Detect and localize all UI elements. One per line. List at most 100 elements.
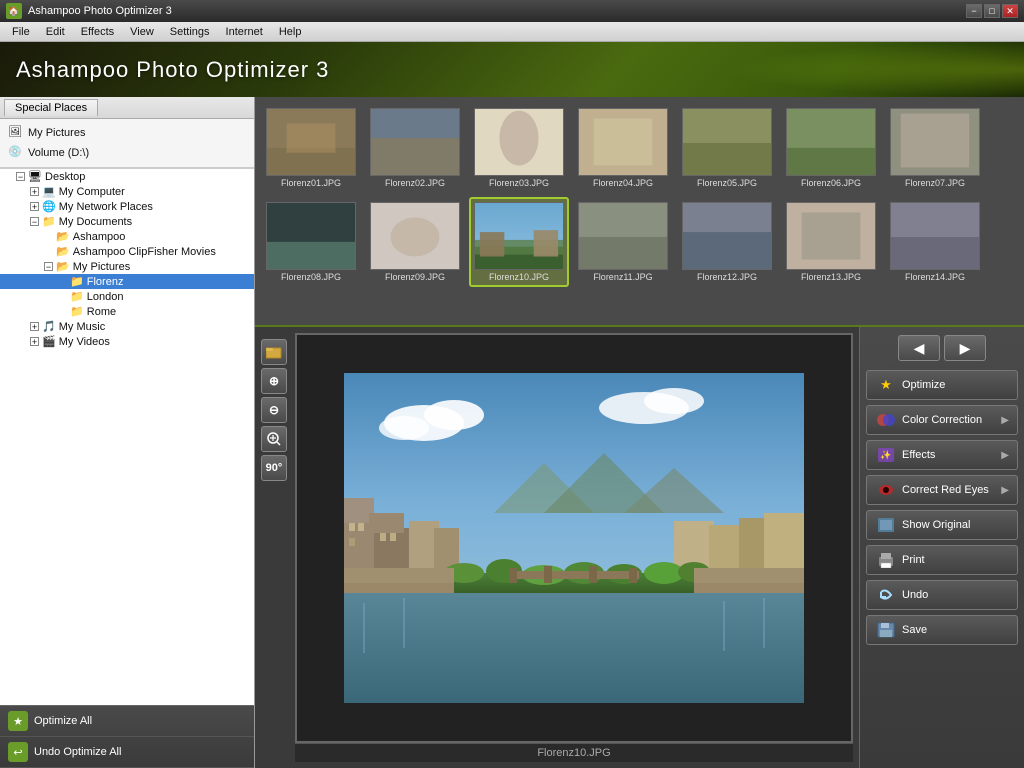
- correct-red-eyes-button[interactable]: Correct Red Eyes ▶: [866, 475, 1018, 505]
- undo-button[interactable]: Undo: [866, 580, 1018, 610]
- zoom-in-button[interactable]: ⊕: [261, 368, 287, 394]
- thumbnail-grid: Florenz01.JPG Florenz02.JPG Florenz03.JP…: [255, 97, 1024, 293]
- sp-item-my-pictures[interactable]: 🖼 My Pictures: [0, 123, 254, 143]
- tree-item-ashampoo[interactable]: 📂 Ashampoo: [0, 229, 254, 244]
- show-original-icon: [875, 516, 897, 534]
- preview-row: ⊕ ⊖ 90°: [255, 327, 1024, 768]
- color-correction-icon: [875, 411, 897, 429]
- thumb-img-florenz06: [786, 108, 876, 176]
- main-layout: Special Places 🖼 My Pictures 💿 Volume (D…: [0, 97, 1024, 768]
- thumb-label-florenz03: Florenz03.JPG: [489, 178, 549, 188]
- thumb-florenz02[interactable]: Florenz02.JPG: [365, 103, 465, 193]
- maximize-button[interactable]: □: [984, 4, 1000, 18]
- close-button[interactable]: ✕: [1002, 4, 1018, 18]
- tree-item-london[interactable]: 📁 London: [0, 289, 254, 304]
- undo-optimize-all-button[interactable]: ↩ Undo Optimize All: [0, 737, 254, 768]
- menu-internet[interactable]: Internet: [218, 24, 271, 40]
- correct-red-eyes-arrow: ▶: [1001, 485, 1009, 496]
- thumb-label-florenz11: Florenz11.JPG: [593, 272, 652, 282]
- thumb-florenz07[interactable]: Florenz07.JPG: [885, 103, 985, 193]
- tree-item-my-music[interactable]: + 🎵 My Music: [0, 319, 254, 334]
- thumb-florenz06[interactable]: Florenz06.JPG: [781, 103, 881, 193]
- network-icon: 🌐: [42, 200, 56, 213]
- effects-icon: ✨: [875, 446, 897, 464]
- special-places-tab-button[interactable]: Special Places: [4, 99, 98, 116]
- thumb-florenz05[interactable]: Florenz05.JPG: [677, 103, 777, 193]
- tree-item-my-computer[interactable]: + 💻 My Computer: [0, 184, 254, 199]
- sp-item-volume-d[interactable]: 💿 Volume (D:\): [0, 143, 254, 163]
- preview-image-container: [295, 333, 853, 743]
- thumb-img-florenz14: [890, 202, 980, 270]
- minimize-button[interactable]: −: [966, 4, 982, 18]
- menu-edit[interactable]: Edit: [38, 24, 73, 40]
- effects-label: Effects: [902, 449, 1001, 461]
- thumb-florenz08[interactable]: Florenz08.JPG: [261, 197, 361, 287]
- expand-my-pictures-sub[interactable]: −: [44, 262, 53, 271]
- tree-item-my-documents[interactable]: − 📁 My Documents: [0, 214, 254, 229]
- menu-effects[interactable]: Effects: [73, 24, 122, 40]
- color-correction-button[interactable]: Color Correction ▶: [866, 405, 1018, 435]
- my-pictures-icon: 🖼: [8, 125, 24, 141]
- thumb-florenz14[interactable]: Florenz14.JPG: [885, 197, 985, 287]
- expand-my-computer[interactable]: +: [30, 187, 39, 196]
- special-places-tab: Special Places: [0, 97, 254, 119]
- nav-prev-button[interactable]: ◀: [898, 335, 940, 361]
- thumbnail-area[interactable]: Florenz01.JPG Florenz02.JPG Florenz03.JP…: [255, 97, 1024, 327]
- menu-settings[interactable]: Settings: [162, 24, 218, 40]
- thumb-florenz12[interactable]: Florenz12.JPG: [677, 197, 777, 287]
- zoom-fit-button[interactable]: [261, 426, 287, 452]
- optimize-icon: ★: [875, 376, 897, 394]
- tree-item-florenz[interactable]: 📁 Florenz: [0, 274, 254, 289]
- menu-view[interactable]: View: [122, 24, 162, 40]
- nav-next-button[interactable]: ▶: [944, 335, 986, 361]
- tree-item-rome[interactable]: 📁 Rome: [0, 304, 254, 319]
- thumb-florenz11[interactable]: Florenz11.JPG: [573, 197, 673, 287]
- open-folder-button[interactable]: [261, 339, 287, 365]
- thumb-label-florenz06: Florenz06.JPG: [801, 178, 861, 188]
- menu-file[interactable]: File: [4, 24, 38, 40]
- show-original-button[interactable]: Show Original: [866, 510, 1018, 540]
- thumb-florenz13[interactable]: Florenz13.JPG: [781, 197, 881, 287]
- thumb-florenz04[interactable]: Florenz04.JPG: [573, 103, 673, 193]
- undo-label: Undo: [902, 589, 1009, 601]
- expand-desktop[interactable]: −: [16, 172, 25, 181]
- tree-item-clipfisher[interactable]: 📂 Ashampoo ClipFisher Movies: [0, 244, 254, 259]
- expand-my-music[interactable]: +: [30, 322, 39, 331]
- optimize-label: Optimize: [902, 379, 1009, 391]
- rotate-button[interactable]: 90°: [261, 455, 287, 481]
- color-correction-arrow: ▶: [1001, 415, 1009, 426]
- undo-icon: [875, 586, 897, 604]
- tree-item-my-pictures-sub[interactable]: − 📂 My Pictures: [0, 259, 254, 274]
- thumb-florenz01[interactable]: Florenz01.JPG: [261, 103, 361, 193]
- florenz-icon: 📁: [70, 275, 84, 288]
- save-button[interactable]: Save: [866, 615, 1018, 645]
- nav-buttons: ◀ ▶: [866, 335, 1018, 361]
- thumb-img-florenz07: [890, 108, 980, 176]
- tree-item-network-places[interactable]: + 🌐 My Network Places: [0, 199, 254, 214]
- optimize-all-icon: ★: [8, 711, 28, 731]
- expand-network[interactable]: +: [30, 202, 39, 211]
- thumb-florenz10[interactable]: Florenz10.JPG: [469, 197, 569, 287]
- thumb-img-florenz11: [578, 202, 668, 270]
- action-panel: ◀ ▶ ★ Optimize Color Correction ▶: [859, 327, 1024, 768]
- undo-optimize-all-label: Undo Optimize All: [34, 746, 121, 758]
- optimize-button[interactable]: ★ Optimize: [866, 370, 1018, 400]
- preview-filename: Florenz10.JPG: [295, 743, 853, 762]
- preview-area: ⊕ ⊖ 90°: [255, 327, 859, 768]
- print-button[interactable]: Print: [866, 545, 1018, 575]
- thumb-florenz09[interactable]: Florenz09.JPG: [365, 197, 465, 287]
- print-label: Print: [902, 554, 1009, 566]
- thumb-img-florenz10: [474, 202, 564, 270]
- tree-item-my-videos[interactable]: + 🎬 My Videos: [0, 334, 254, 349]
- expand-my-videos[interactable]: +: [30, 337, 39, 346]
- titlebar: 🏠 Ashampoo Photo Optimizer 3 − □ ✕: [0, 0, 1024, 22]
- effects-button[interactable]: ✨ Effects ▶: [866, 440, 1018, 470]
- tree-item-desktop[interactable]: − 🖥 Desktop: [0, 169, 254, 184]
- window-controls: − □ ✕: [966, 4, 1018, 18]
- thumb-florenz03[interactable]: Florenz03.JPG: [469, 103, 569, 193]
- optimize-all-button[interactable]: ★ Optimize All: [0, 706, 254, 737]
- expand-my-documents[interactable]: −: [30, 217, 39, 226]
- zoom-out-button[interactable]: ⊖: [261, 397, 287, 423]
- menu-help[interactable]: Help: [271, 24, 310, 40]
- ashampoo-icon: 📂: [56, 230, 70, 243]
